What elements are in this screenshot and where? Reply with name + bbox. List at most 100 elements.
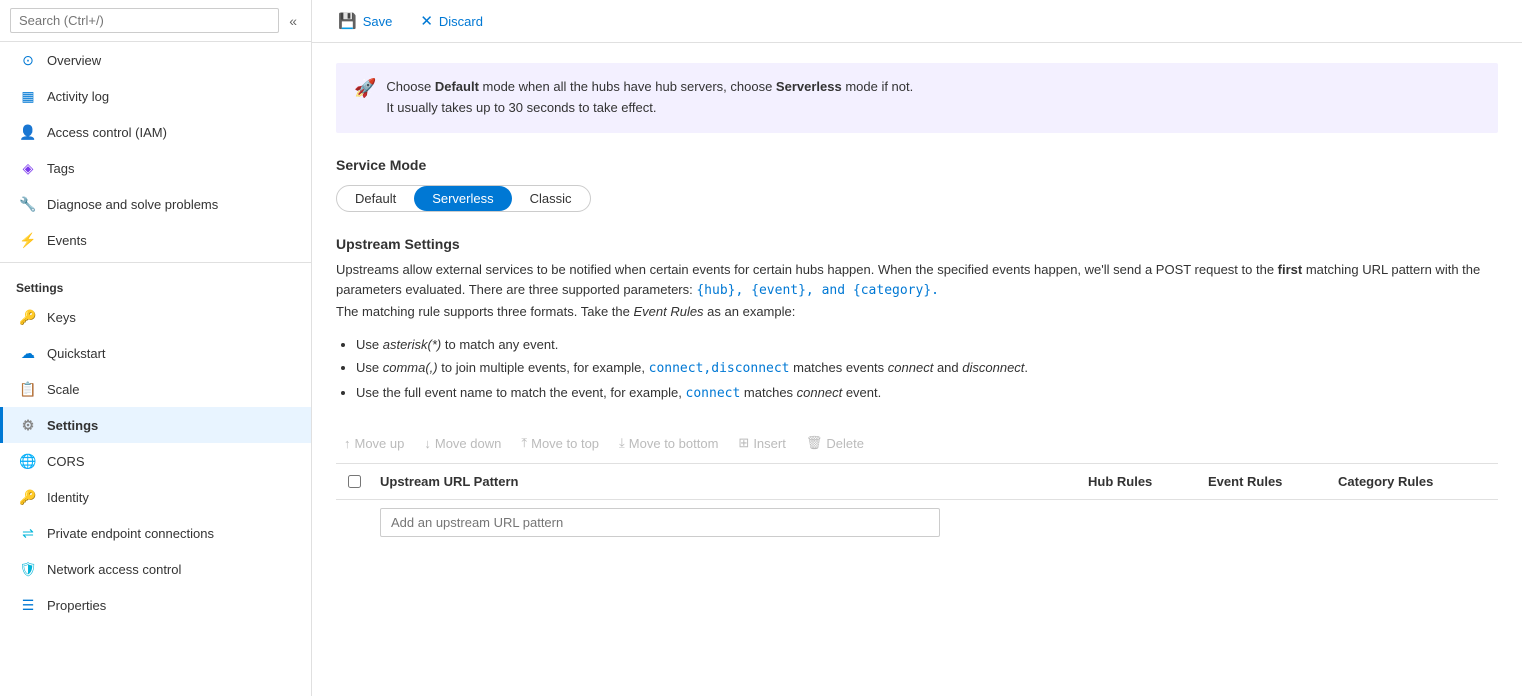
- mode-classic-button[interactable]: Classic: [512, 186, 590, 211]
- discard-label: Discard: [439, 14, 483, 29]
- info-banner-text: Choose Default mode when all the hubs ha…: [386, 77, 913, 119]
- sidebar-item-label: Settings: [47, 418, 98, 433]
- sidebar-item-label: Identity: [47, 490, 89, 505]
- sidebar-item-label: Keys: [47, 310, 76, 325]
- delete-icon: 🗑: [806, 435, 823, 451]
- insert-label: Insert: [753, 436, 786, 451]
- bullet-comma: Use comma(,) to join multiple events, fo…: [356, 356, 1498, 380]
- sidebar-item-keys[interactable]: 🔑 Keys: [0, 299, 311, 335]
- table-col-check: [336, 475, 372, 488]
- insert-button[interactable]: ⊞ Insert: [730, 431, 793, 455]
- service-mode-group: Default Serverless Classic: [336, 185, 591, 212]
- table-col-hub-header: Hub Rules: [1088, 474, 1208, 489]
- network-access-icon: 🛡: [19, 560, 37, 578]
- move-to-bottom-icon: ⤓: [619, 435, 625, 451]
- collapse-button[interactable]: «: [285, 11, 301, 31]
- info-banner-icon: 🚀: [354, 78, 376, 99]
- select-all-checkbox[interactable]: [348, 475, 361, 488]
- sidebar-item-properties[interactable]: ☰ Properties: [0, 587, 311, 623]
- sidebar-item-tags[interactable]: ◈ Tags: [0, 150, 311, 186]
- move-to-top-button[interactable]: ⤒ Move to top: [513, 431, 607, 455]
- service-mode-title: Service Mode: [336, 157, 1498, 173]
- events-icon: ⚡: [19, 231, 37, 249]
- sidebar-item-events[interactable]: ⚡ Events: [0, 222, 311, 258]
- sidebar-item-label: Activity log: [47, 89, 109, 104]
- sidebar-item-overview[interactable]: ⊙ Overview: [0, 42, 311, 78]
- mode-default-button[interactable]: Default: [337, 186, 414, 211]
- activity-log-icon: ▦: [19, 87, 37, 105]
- move-to-top-icon: ⤒: [521, 435, 527, 451]
- tags-icon: ◈: [19, 159, 37, 177]
- sidebar-item-private-endpoint[interactable]: ⇌ Private endpoint connections: [0, 515, 311, 551]
- sidebar-item-label: Properties: [47, 598, 106, 613]
- table-col-category-header: Category Rules: [1338, 474, 1498, 489]
- cors-icon: 🌐: [19, 452, 37, 470]
- sidebar-item-label: Access control (IAM): [47, 125, 167, 140]
- info-banner: 🚀 Choose Default mode when all the hubs …: [336, 63, 1498, 133]
- move-to-bottom-label: Move to bottom: [629, 436, 719, 451]
- move-up-icon: ↑: [344, 436, 351, 451]
- sidebar-item-diagnose[interactable]: 🔧 Diagnose and solve problems: [0, 186, 311, 222]
- discard-icon: ✕: [420, 12, 433, 30]
- properties-icon: ☰: [19, 596, 37, 614]
- sidebar-item-label: CORS: [47, 454, 85, 469]
- sidebar-item-cors[interactable]: 🌐 CORS: [0, 443, 311, 479]
- sidebar-item-settings[interactable]: ⚙ Settings: [0, 407, 311, 443]
- search-input[interactable]: [10, 8, 279, 33]
- sidebar-item-label: Tags: [47, 161, 74, 176]
- insert-icon: ⊞: [738, 435, 749, 451]
- sidebar-item-identity[interactable]: 🔑 Identity: [0, 479, 311, 515]
- identity-icon: 🔑: [19, 488, 37, 506]
- bullet-fullname: Use the full event name to match the eve…: [356, 381, 1498, 405]
- save-button[interactable]: 💾 Save: [332, 8, 398, 34]
- content-area: 🚀 Choose Default mode when all the hubs …: [312, 43, 1522, 696]
- sidebar-item-label: Events: [47, 233, 87, 248]
- table-col-event-header: Event Rules: [1208, 474, 1338, 489]
- sidebar-item-label: Overview: [47, 53, 101, 68]
- overview-icon: ⊙: [19, 51, 37, 69]
- save-icon: 💾: [338, 12, 357, 30]
- sidebar-item-label: Quickstart: [47, 346, 106, 361]
- upstream-url-input[interactable]: [380, 508, 940, 537]
- quickstart-icon: ☁: [19, 344, 37, 362]
- move-down-button[interactable]: ↓ Move down: [416, 432, 509, 455]
- move-up-button[interactable]: ↑ Move up: [336, 432, 412, 455]
- upstream-title: Upstream Settings: [336, 236, 1498, 252]
- keys-icon: 🔑: [19, 308, 37, 326]
- search-bar: «: [0, 0, 311, 42]
- sidebar-item-scale[interactable]: 📋 Scale: [0, 371, 311, 407]
- delete-button[interactable]: 🗑 Delete: [798, 431, 872, 455]
- move-to-top-label: Move to top: [531, 436, 599, 451]
- sidebar-item-label: Scale: [47, 382, 80, 397]
- table-col-url-header: Upstream URL Pattern: [372, 474, 1088, 489]
- move-to-bottom-button[interactable]: ⤓ Move to bottom: [611, 431, 726, 455]
- settings-section-label: Settings: [0, 267, 311, 299]
- bullet-asterisk: Use asterisk(*) to match any event.: [356, 333, 1498, 356]
- scale-icon: 📋: [19, 380, 37, 398]
- delete-label: Delete: [826, 436, 864, 451]
- settings-icon: ⚙: [19, 416, 37, 434]
- sidebar-item-label: Private endpoint connections: [47, 526, 214, 541]
- table-input-row: [336, 500, 1498, 545]
- discard-button[interactable]: ✕ Discard: [414, 8, 489, 34]
- upstream-bullets: Use asterisk(*) to match any event. Use …: [336, 333, 1498, 405]
- table-header: Upstream URL Pattern Hub Rules Event Rul…: [336, 464, 1498, 500]
- main-content: 💾 Save ✕ Discard 🚀 Choose Default mode w…: [312, 0, 1522, 696]
- action-bar: ↑ Move up ↓ Move down ⤒ Move to top ⤓ Mo…: [336, 423, 1498, 464]
- upstream-description: Upstreams allow external services to be …: [336, 260, 1498, 323]
- move-up-label: Move up: [355, 436, 405, 451]
- sidebar-item-label: Diagnose and solve problems: [47, 197, 218, 212]
- sidebar-item-quickstart[interactable]: ☁ Quickstart: [0, 335, 311, 371]
- toolbar: 💾 Save ✕ Discard: [312, 0, 1522, 43]
- mode-serverless-button[interactable]: Serverless: [414, 186, 511, 211]
- move-down-label: Move down: [435, 436, 501, 451]
- sidebar: « ⊙ Overview ▦ Activity log 👤 Access con…: [0, 0, 312, 696]
- sidebar-item-access-control[interactable]: 👤 Access control (IAM): [0, 114, 311, 150]
- diagnose-icon: 🔧: [19, 195, 37, 213]
- sidebar-item-label: Network access control: [47, 562, 181, 577]
- sidebar-divider: [0, 262, 311, 263]
- move-down-icon: ↓: [424, 436, 431, 451]
- sidebar-item-activity-log[interactable]: ▦ Activity log: [0, 78, 311, 114]
- sidebar-item-network-access[interactable]: 🛡 Network access control: [0, 551, 311, 587]
- save-label: Save: [363, 14, 393, 29]
